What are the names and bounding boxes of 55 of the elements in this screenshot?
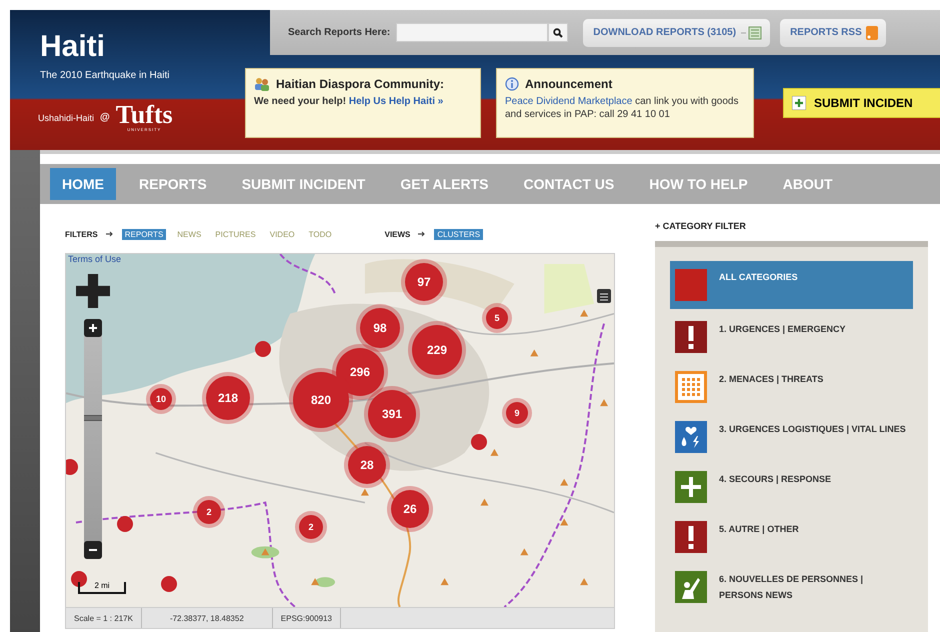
category-filter-heading[interactable]: + CATEGORY FILTER: [655, 221, 928, 241]
search-field[interactable]: [396, 23, 548, 42]
views-label: VIEWS: [384, 230, 410, 238]
category-item[interactable]: 3. URGENCES LOGISTIQUES | VITAL LINES: [670, 417, 913, 457]
notice-text: We need your help! Help Us Help Haiti »: [254, 95, 444, 108]
filter-tab[interactable]: PICTURES: [212, 228, 259, 240]
plus-icon: [89, 324, 97, 332]
zoom-thumb[interactable]: [84, 415, 102, 422]
filter-tab[interactable]: TODO: [306, 228, 335, 240]
info-icon: [505, 77, 519, 91]
category-item[interactable]: 4. SECOURS | RESPONSE: [670, 467, 913, 507]
notice-title: Haitian Diaspora Community:: [276, 77, 444, 91]
credit-text: Ushahidi-Haiti: [38, 112, 94, 122]
notice-title: Announcement: [525, 77, 612, 91]
search-button[interactable]: [548, 23, 568, 42]
people-icon: [254, 77, 270, 91]
arrow-icon: [418, 231, 426, 237]
view-tab[interactable]: CLUSTERS: [434, 228, 484, 240]
map-status-cell: EPSG:900913: [272, 608, 341, 628]
category-item[interactable]: 1. URGENCES | EMERGENCY: [670, 317, 913, 357]
plus-icon: [792, 96, 806, 110]
submit-incident-button[interactable]: SUBMIT INCIDEN: [783, 88, 940, 118]
zoom-slider[interactable]: [84, 319, 102, 559]
filter-tab[interactable]: NEWS: [174, 228, 204, 240]
scale-bar: 2 mi: [78, 582, 126, 594]
terms-link[interactable]: Terms of Use: [68, 254, 122, 264]
notice-link[interactable]: Peace Dividend Marketplace: [505, 96, 632, 107]
filters-label: FILTERS: [65, 230, 98, 238]
category-item[interactable]: 2. MENACES | THREATS: [670, 367, 913, 407]
notice-link[interactable]: Help Us Help Haiti »: [348, 96, 444, 107]
search-icon: [553, 28, 564, 38]
nav-tab[interactable]: HOME: [50, 168, 116, 200]
spreadsheet-icon: [740, 26, 762, 40]
filter-tab[interactable]: REPORTS: [122, 228, 166, 240]
at-sign: @: [100, 112, 110, 123]
map-status-cell: Scale = 1 : 217K: [66, 608, 142, 628]
category-item[interactable]: 5. AUTRE | OTHER: [670, 517, 913, 557]
university-logo: Tufts: [116, 103, 173, 127]
zoom-out-button[interactable]: [84, 541, 102, 559]
download-button[interactable]: DOWNLOAD REPORTS (3105): [583, 18, 770, 46]
zoom-in-button[interactable]: [84, 319, 102, 337]
rss-button[interactable]: REPORTS RSS: [780, 18, 886, 46]
minus-icon: [89, 546, 97, 554]
filter-tab[interactable]: VIDEO: [266, 228, 298, 240]
rss-icon: [866, 26, 878, 40]
search-label: Search Reports Here:: [288, 27, 390, 38]
arrow-icon: [106, 231, 114, 237]
map-marker[interactable]: [66, 459, 78, 475]
notice-text: Peace Dividend Marketplace can link you with goods and services in PAP: call 29 41 10 01: [505, 95, 740, 121]
site-subtitle: The 2010 Earthquake in Haiti: [40, 70, 171, 81]
category-item[interactable]: ALL CATEGORIES: [670, 261, 913, 309]
map-status-cell: -72.38377, 18.48352: [142, 608, 273, 628]
category-item[interactable]: 6. NOUVELLES DE PERSONNES | PERSONS NEWS: [670, 567, 913, 607]
layers-icon[interactable]: [597, 289, 611, 303]
site-title[interactable]: Haiti: [40, 30, 106, 64]
